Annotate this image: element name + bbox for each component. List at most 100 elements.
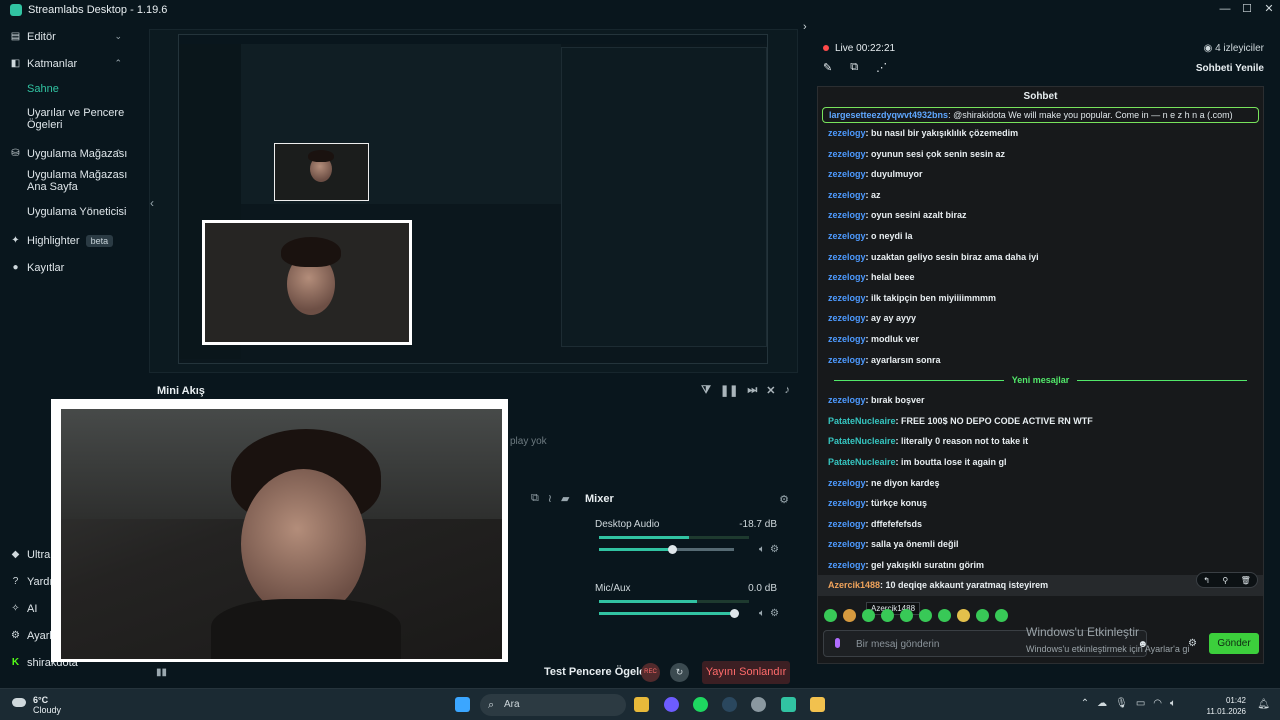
chat-username[interactable]: zezelogy (828, 169, 866, 179)
battery-icon[interactable]: ▭ (1136, 698, 1145, 709)
folder-icon[interactable]: ▰ (561, 492, 569, 505)
sidebar-item-app-store-home[interactable]: Uygulama Mağazası Ana Sayfa (0, 167, 134, 202)
chevron-up-icon[interactable]: ⌃ (114, 58, 122, 69)
settings-app-icon[interactable] (751, 697, 766, 712)
stats-icon[interactable]: ▮▮ (156, 667, 167, 678)
share-icon[interactable]: ⋰ (876, 61, 887, 74)
maximize-icon[interactable]: ☐ (1236, 0, 1258, 19)
sidebar-item-recordings[interactable]: ● Kayıtlar (0, 254, 134, 281)
popout-chat-icon[interactable]: ⧉ (850, 61, 858, 74)
delete-icon[interactable]: 🗑︎ (1241, 576, 1251, 585)
emote-icon[interactable] (862, 609, 875, 622)
panel-divider[interactable]: › (801, 19, 815, 689)
record-button[interactable]: REC (641, 663, 660, 682)
chevron-up-icon[interactable]: ⌃ (114, 148, 122, 159)
chevron-right-icon[interactable]: › (803, 21, 807, 33)
chat-username[interactable]: zezelogy (828, 210, 866, 220)
steam-icon[interactable] (722, 697, 737, 712)
pause-icon[interactable]: ❚❚ (720, 384, 738, 397)
sidebar-item-app-store[interactable]: ⛁ Uygulama Mağazası ⌃ (0, 140, 134, 167)
pencil-icon[interactable]: ✎ (823, 61, 832, 74)
pinned-app-icon[interactable] (810, 697, 825, 712)
speaker-icon[interactable]: 🔈︎ (1170, 698, 1176, 709)
send-button[interactable]: Gönder (1209, 633, 1259, 654)
replay-buffer-button[interactable]: ↻ (670, 663, 689, 682)
pin-icon[interactable]: ⚲ (1222, 576, 1228, 585)
emote-icon[interactable] (976, 609, 989, 622)
chat-username[interactable]: PatateNucleaire (828, 436, 896, 446)
wifi-icon[interactable]: ◠ (1153, 698, 1162, 709)
discord-icon[interactable] (664, 697, 679, 712)
popout-icon[interactable]: ⧉ (531, 492, 539, 505)
chat-username[interactable]: PatateNucleaire (828, 457, 896, 467)
chat-username[interactable]: zezelogy (828, 334, 866, 344)
chevron-up-icon[interactable]: ⌃ (1081, 698, 1089, 709)
mic-icon[interactable] (835, 638, 840, 648)
gear-icon[interactable]: ⚙ (779, 493, 789, 506)
chat-username[interactable]: zezelogy (828, 272, 866, 282)
gear-icon[interactable]: ⚙ (1188, 638, 1197, 649)
chevron-down-icon[interactable]: ⌄ (114, 31, 122, 42)
sidebar-item-alerts[interactable]: Uyarılar ve Pencere Ögeleri (0, 103, 134, 140)
volume-slider[interactable] (599, 609, 739, 618)
chat-username[interactable]: PatateNucleaire (828, 416, 896, 426)
chat-username[interactable]: largesetteezdyqwvt4932bns (829, 110, 948, 120)
minimize-icon[interactable]: — (1214, 0, 1236, 19)
chat-username[interactable]: zezelogy (828, 355, 866, 365)
taskbar-clock[interactable]: 01:42 11.01.2026 (1207, 695, 1246, 717)
chat-username[interactable]: zezelogy (828, 539, 866, 549)
spotify-icon[interactable] (693, 697, 708, 712)
chat-username[interactable]: zezelogy (828, 190, 866, 200)
weather-widget[interactable]: 6°C Cloudy (33, 695, 61, 715)
test-widgets-label[interactable]: Test Pencere Ögeleri (544, 666, 653, 678)
volume-slider[interactable] (599, 545, 734, 554)
chat-username[interactable]: zezelogy (828, 231, 866, 241)
chat-username[interactable]: zezelogy (828, 478, 866, 488)
emote-icon[interactable] (843, 609, 856, 622)
close-icon[interactable]: ✕ (1258, 0, 1280, 19)
emote-icon[interactable] (881, 609, 894, 622)
sidebar-item-app-manager[interactable]: Uygulama Yöneticisi (0, 202, 134, 227)
end-stream-button[interactable]: Yayını Sonlandır (702, 661, 790, 684)
windows-start-icon[interactable] (455, 697, 470, 712)
chat-username[interactable]: Azercik1488 (828, 580, 880, 590)
mute-alerts-icon[interactable]: ✕ (766, 384, 775, 397)
advanced-audio-icon[interactable]: ≀ (548, 492, 552, 505)
filter-icon[interactable]: ⧩ (701, 384, 711, 397)
streamlabs-app-icon[interactable] (781, 697, 796, 712)
notification-icon[interactable]: 🔔︎ (1257, 699, 1270, 710)
emote-icon[interactable] (938, 609, 951, 622)
chat-username[interactable]: zezelogy (828, 395, 866, 405)
chat-username[interactable]: zezelogy (828, 293, 866, 303)
sidebar-item-layers[interactable]: ◧ Katmanlar ⌃ (0, 50, 134, 77)
slider-knob[interactable] (667, 545, 677, 554)
chat-username[interactable]: zezelogy (828, 519, 866, 529)
file-explorer-icon[interactable] (634, 697, 649, 712)
chat-username[interactable]: zezelogy (828, 149, 866, 159)
chat-username[interactable]: zezelogy (828, 560, 866, 570)
emote-icon[interactable] (957, 609, 970, 622)
emote-icon[interactable] (995, 609, 1008, 622)
skip-icon[interactable]: ⏭ (747, 384, 757, 397)
chat-username[interactable]: zezelogy (828, 252, 866, 262)
speaker-icon[interactable]: 🔈︎ (759, 608, 765, 619)
emote-icon[interactable] (919, 609, 932, 622)
chat-username[interactable]: zezelogy (828, 128, 866, 138)
taskbar-search[interactable]: ⌕ Ara (480, 694, 626, 716)
reply-icon[interactable]: ↰ (1203, 576, 1210, 585)
gear-icon[interactable]: ⚙ (770, 544, 779, 555)
emote-icon[interactable] (900, 609, 913, 622)
sidebar-item-scene[interactable]: Sahne (0, 77, 134, 103)
mic-tray-icon[interactable]: 🎙︎ (1115, 698, 1128, 709)
refresh-chat-button[interactable]: Sohbeti Yenile (1196, 63, 1264, 74)
collapse-left-icon[interactable]: ‹ (150, 196, 160, 212)
sidebar-item-editor[interactable]: ▤ Editör ⌄ (0, 23, 134, 50)
sidebar-item-highlighter[interactable]: ✦ Highlighter beta (0, 227, 134, 254)
volume-icon[interactable]: ♪ (785, 384, 791, 397)
slider-knob[interactable] (730, 609, 739, 618)
chat-username[interactable]: zezelogy (828, 498, 866, 508)
cloud-tray-icon[interactable]: ☁ (1097, 698, 1107, 709)
gear-icon[interactable]: ⚙ (770, 608, 779, 619)
speaker-icon[interactable]: 🔈︎ (759, 544, 765, 555)
chat-username[interactable]: zezelogy (828, 313, 866, 323)
